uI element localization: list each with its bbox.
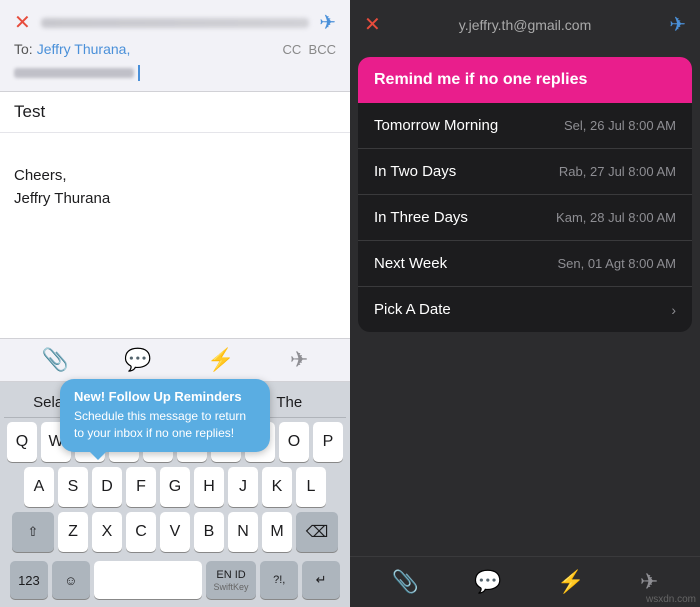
reminder-twodays-time: Rab, 27 Jul 8:00 AM xyxy=(559,164,676,179)
num-key[interactable]: 123 xyxy=(10,561,48,599)
key-x[interactable]: X xyxy=(92,512,122,552)
key-z[interactable]: Z xyxy=(58,512,88,552)
to-label: To: xyxy=(14,41,33,57)
right-header: ✕ y.jeffry.th@gmail.com ✈ xyxy=(350,0,700,49)
key-b[interactable]: B xyxy=(194,512,224,552)
delete-key[interactable]: ⌫ xyxy=(296,512,338,552)
key-o[interactable]: O xyxy=(279,422,309,462)
key-c[interactable]: C xyxy=(126,512,156,552)
reminder-nextweek-label: Next Week xyxy=(374,255,447,272)
email-subject[interactable]: Test xyxy=(0,92,350,133)
email-address-blurred xyxy=(14,68,134,78)
reminder-option-twodays[interactable]: In Two Days Rab, 27 Jul 8:00 AM xyxy=(358,149,692,195)
reminder-option-pickdate[interactable]: Pick A Date › xyxy=(358,287,692,332)
key-d[interactable]: D xyxy=(92,467,122,507)
to-name: Jeffry Thurana, xyxy=(37,41,131,57)
watermark: wsxdn.com xyxy=(646,594,696,605)
key-l[interactable]: L xyxy=(296,467,326,507)
return-key[interactable]: ↵ xyxy=(302,561,340,599)
cc-bcc-label[interactable]: CC BCC xyxy=(283,42,336,57)
reminder-header: Remind me if no one replies xyxy=(358,57,692,103)
attachment-icon[interactable]: 📎 xyxy=(42,347,69,373)
right-send-toolbar-icon[interactable]: ✈ xyxy=(640,569,658,595)
right-lightning-icon[interactable]: ⚡ xyxy=(557,569,584,595)
reminder-option-threedays[interactable]: In Three Days Kam, 28 Jul 8:00 AM xyxy=(358,195,692,241)
key-f[interactable]: F xyxy=(126,467,156,507)
key-p[interactable]: P xyxy=(313,422,343,462)
tooltip-bubble: New! Follow Up Reminders Schedule this m… xyxy=(60,379,270,452)
key-k[interactable]: K xyxy=(262,467,292,507)
reminder-header-text: Remind me if no one replies xyxy=(374,71,587,88)
swiftkey-logo: SwiftKey xyxy=(214,582,249,592)
contact-blurred-bar xyxy=(41,18,309,28)
right-panel: ✕ y.jeffry.th@gmail.com ✈ Remind me if n… xyxy=(350,0,700,607)
space-key[interactable] xyxy=(94,561,202,599)
language-key[interactable]: EN ID SwiftKey xyxy=(206,561,256,599)
email-signature: Cheers, Jeffry Thurana xyxy=(14,165,336,210)
key-s[interactable]: S xyxy=(58,467,88,507)
send-icon[interactable]: ✈ xyxy=(319,10,336,35)
reminder-nextweek-time: Sen, 01 Agt 8:00 AM xyxy=(557,256,676,271)
key-h[interactable]: H xyxy=(194,467,224,507)
paper-plane-icon[interactable]: ✈ xyxy=(290,347,308,373)
reminder-pickdate-chevron: › xyxy=(671,302,676,318)
left-panel: ✕ ✈ To: Jeffry Thurana, CC BCC Test Chee… xyxy=(0,0,350,607)
keyboard-bottom-bar: 123 ☺ EN ID SwiftKey ?!, ↵ xyxy=(4,557,346,603)
key-row-2: A S D F G H J K L xyxy=(4,467,346,507)
reminder-tomorrow-time: Sel, 26 Jul 8:00 AM xyxy=(564,118,676,133)
reminder-card: Remind me if no one replies Tomorrow Mor… xyxy=(358,57,692,332)
email-header: ✕ ✈ To: Jeffry Thurana, CC BCC xyxy=(0,0,350,92)
close-icon[interactable]: ✕ xyxy=(14,10,31,35)
email-toolbar: 📎 💬 ⚡ ✈ xyxy=(0,338,350,382)
right-send-icon[interactable]: ✈ xyxy=(669,12,686,37)
key-n[interactable]: N xyxy=(228,512,258,552)
key-a[interactable]: A xyxy=(24,467,54,507)
right-close-icon[interactable]: ✕ xyxy=(364,12,381,37)
emoji-key[interactable]: ☺ xyxy=(52,561,90,599)
lightning-icon[interactable]: ⚡ xyxy=(207,347,234,373)
reminder-option-tomorrow[interactable]: Tomorrow Morning Sel, 26 Jul 8:00 AM xyxy=(358,103,692,149)
punct-key[interactable]: ?!, xyxy=(260,561,298,599)
key-j[interactable]: J xyxy=(228,467,258,507)
reminder-threedays-time: Kam, 28 Jul 8:00 AM xyxy=(556,210,676,225)
reminder-threedays-label: In Three Days xyxy=(374,209,468,226)
reminder-twodays-label: In Two Days xyxy=(374,163,456,180)
reminder-tomorrow-label: Tomorrow Morning xyxy=(374,117,498,134)
right-email-address: y.jeffry.th@gmail.com xyxy=(381,17,669,33)
email-body[interactable]: Cheers, Jeffry Thurana xyxy=(0,133,350,338)
key-g[interactable]: G xyxy=(160,467,190,507)
key-m[interactable]: M xyxy=(262,512,292,552)
right-message-icon[interactable]: 💬 xyxy=(474,569,501,595)
key-v[interactable]: V xyxy=(160,512,190,552)
tooltip-text: Schedule this message to return to your … xyxy=(74,408,256,442)
shift-key[interactable]: ⇧ xyxy=(12,512,54,552)
reminder-option-nextweek[interactable]: Next Week Sen, 01 Agt 8:00 AM xyxy=(358,241,692,287)
chevron-right-icon: › xyxy=(671,302,676,318)
reminder-pickdate-label: Pick A Date xyxy=(374,301,451,318)
email-cursor xyxy=(138,65,140,81)
key-row-3: ⇧ Z X C V B N M ⌫ xyxy=(4,512,346,552)
right-attachment-icon[interactable]: 📎 xyxy=(392,569,419,595)
key-q[interactable]: Q xyxy=(7,422,37,462)
tooltip-title: New! Follow Up Reminders xyxy=(74,389,256,404)
message-icon[interactable]: 💬 xyxy=(124,347,151,373)
